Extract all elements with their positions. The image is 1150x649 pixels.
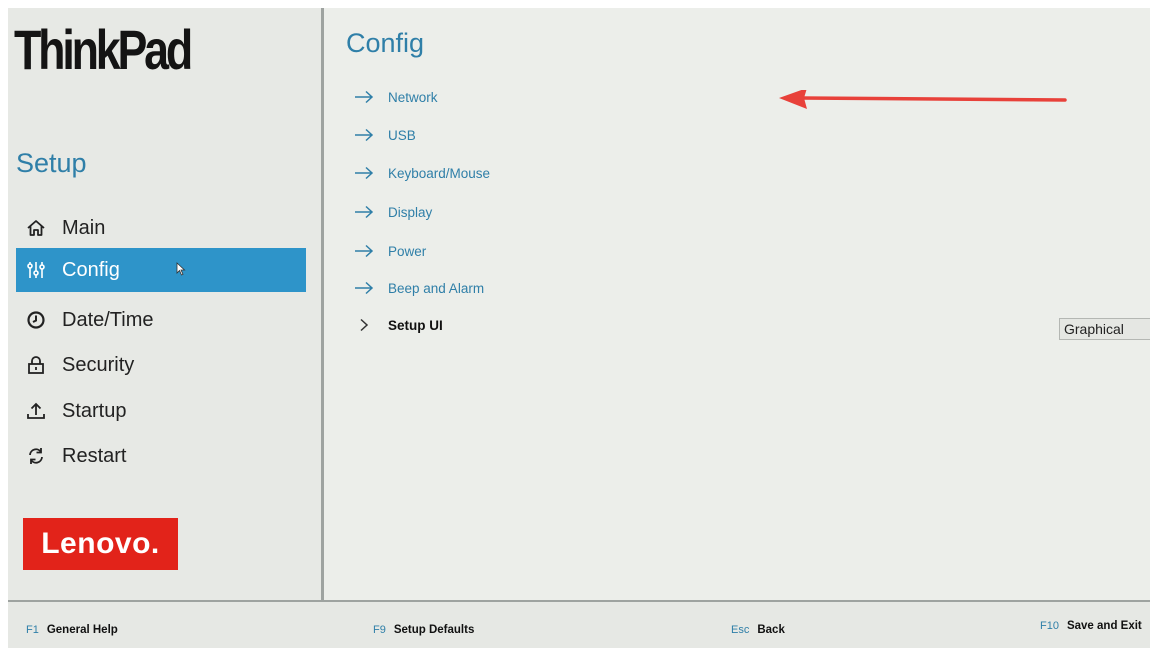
lock-icon — [24, 353, 48, 377]
sidebar-item-main[interactable]: Main — [16, 206, 306, 250]
menu-item-usb[interactable]: USB — [354, 121, 674, 149]
arrow-right-icon — [354, 204, 376, 220]
footer-bar: F1 General Help F9 Setup Defaults Esc Ba… — [8, 600, 1150, 648]
sidebar-item-label: Date/Time — [62, 308, 154, 331]
setup-ui-dropdown[interactable]: Graphical — [1059, 318, 1150, 340]
upload-icon — [24, 399, 48, 423]
fkey-label: General Help — [46, 624, 118, 636]
menu-item-keyboard-mouse[interactable]: Keyboard/Mouse — [354, 159, 674, 187]
sidebar-item-label: Security — [62, 353, 135, 376]
menu-item-beep-and-alarm[interactable]: Beep and Alarm — [354, 274, 674, 302]
home-icon — [24, 216, 48, 240]
sidebar-item-startup[interactable]: Startup — [16, 389, 306, 433]
setup-ui-value: Graphical — [1064, 321, 1124, 337]
sidebar-item-restart[interactable]: Restart — [16, 434, 306, 478]
arrow-right-icon — [354, 243, 376, 259]
main-panel: Config Network USB Keyboard/Mouse Displa… — [324, 8, 1150, 600]
arrow-right-icon — [354, 89, 376, 105]
page-title: Config — [346, 28, 425, 58]
menu-item-setup-ui[interactable]: Setup UI — [354, 311, 674, 339]
esc-back[interactable]: Esc Back — [731, 624, 785, 636]
fkey-code: Esc — [731, 624, 750, 636]
restart-icon — [24, 444, 48, 468]
menu-item-power[interactable]: Power — [354, 237, 674, 265]
sliders-icon — [24, 258, 48, 282]
sidebar-item-label: Config — [62, 258, 120, 281]
sidebar: ThinkPad Setup Main Config Date/Time Sec… — [8, 8, 324, 600]
sidebar-item-security[interactable]: Security — [16, 343, 306, 387]
red-annotation-arrow-icon — [779, 90, 1067, 109]
fkey-code: F9 — [373, 624, 386, 636]
mouse-cursor-icon — [176, 262, 186, 281]
arrow-right-icon — [354, 280, 376, 296]
menu-item-display[interactable]: Display — [354, 198, 674, 226]
menu-item-label: Display — [388, 204, 433, 220]
f9-setup-defaults[interactable]: F9 Setup Defaults — [373, 624, 474, 636]
fkey-label: Setup Defaults — [393, 624, 475, 636]
sidebar-item-config[interactable]: Config — [16, 248, 306, 292]
menu-item-network[interactable]: Network — [354, 83, 674, 111]
fkey-label: Save and Exit — [1066, 620, 1142, 632]
sidebar-item-label: Restart — [62, 444, 127, 467]
fkey-label: Back — [757, 624, 785, 636]
arrow-right-icon — [354, 127, 376, 143]
clock-icon — [24, 308, 48, 332]
f10-save-and-exit[interactable]: F10 Save and Exit — [1040, 620, 1142, 632]
menu-item-label: Beep and Alarm — [388, 280, 485, 296]
arrow-right-icon — [354, 165, 376, 181]
fkey-code: F10 — [1040, 620, 1059, 632]
menu-item-label: Power — [388, 243, 427, 259]
bios-screen: ThinkPad Setup Main Config Date/Time Sec… — [8, 8, 1150, 648]
setup-title: Setup — [16, 148, 87, 178]
menu-item-label: Setup UI — [388, 317, 443, 333]
lenovo-logo: Lenovo. — [23, 518, 178, 570]
fkey-code: F1 — [26, 624, 39, 636]
sidebar-item-label: Startup — [62, 399, 127, 422]
sidebar-item-label: Main — [62, 216, 106, 239]
menu-item-label: Network — [388, 89, 438, 105]
f1-general-help[interactable]: F1 General Help — [26, 624, 118, 636]
chevron-right-icon — [354, 317, 376, 333]
menu-item-label: USB — [388, 127, 416, 143]
menu-item-label: Keyboard/Mouse — [388, 165, 491, 181]
sidebar-item-date-time[interactable]: Date/Time — [16, 298, 306, 342]
thinkpad-logo: ThinkPad — [14, 18, 193, 81]
